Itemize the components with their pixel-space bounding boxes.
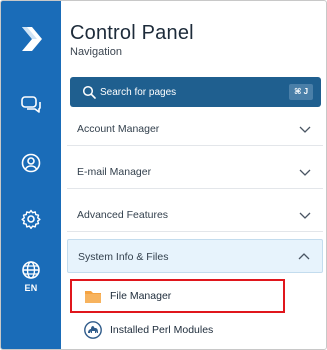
submenu-item-label: Installed Perl Modules: [110, 324, 214, 336]
chevron-down-icon: [299, 212, 311, 219]
menu-item-email-manager[interactable]: E-mail Manager: [67, 155, 323, 189]
submenu-item-installed-perl-modules[interactable]: Installed Perl Modules: [67, 314, 323, 346]
page-title: Control Panel: [70, 22, 194, 44]
perl-camel-icon: [84, 321, 102, 339]
globe-icon[interactable]: [20, 259, 42, 281]
chat-icon[interactable]: [20, 94, 42, 116]
chevron-down-icon: [299, 126, 311, 133]
search-input[interactable]: [100, 77, 280, 107]
menu-item-label: System Info & Files: [78, 251, 169, 263]
search-icon: [82, 85, 96, 99]
user-icon[interactable]: [20, 152, 42, 174]
brand-logo-icon[interactable]: [19, 25, 45, 53]
menu-item-system-info-files[interactable]: System Info & Files: [67, 239, 323, 273]
control-panel-window: EN Control Panel Navigation ⌘ J Account …: [0, 0, 327, 350]
side-rail: EN: [1, 1, 61, 349]
menu-item-label: Account Manager: [77, 123, 160, 135]
menu-item-account-manager[interactable]: Account Manager: [67, 112, 323, 146]
page-subtitle: Navigation: [70, 46, 122, 58]
chevron-up-icon: [298, 253, 310, 260]
gear-icon[interactable]: [20, 208, 42, 230]
search-bar[interactable]: ⌘ J: [70, 77, 321, 107]
chevron-down-icon: [299, 169, 311, 176]
highlight-box: [70, 279, 285, 313]
menu-item-label: Advanced Features: [77, 209, 169, 221]
search-shortcut-badge: ⌘ J: [289, 84, 313, 100]
menu-item-label: E-mail Manager: [77, 166, 152, 178]
menu-item-advanced-features[interactable]: Advanced Features: [67, 198, 323, 232]
language-label[interactable]: EN: [1, 283, 61, 293]
